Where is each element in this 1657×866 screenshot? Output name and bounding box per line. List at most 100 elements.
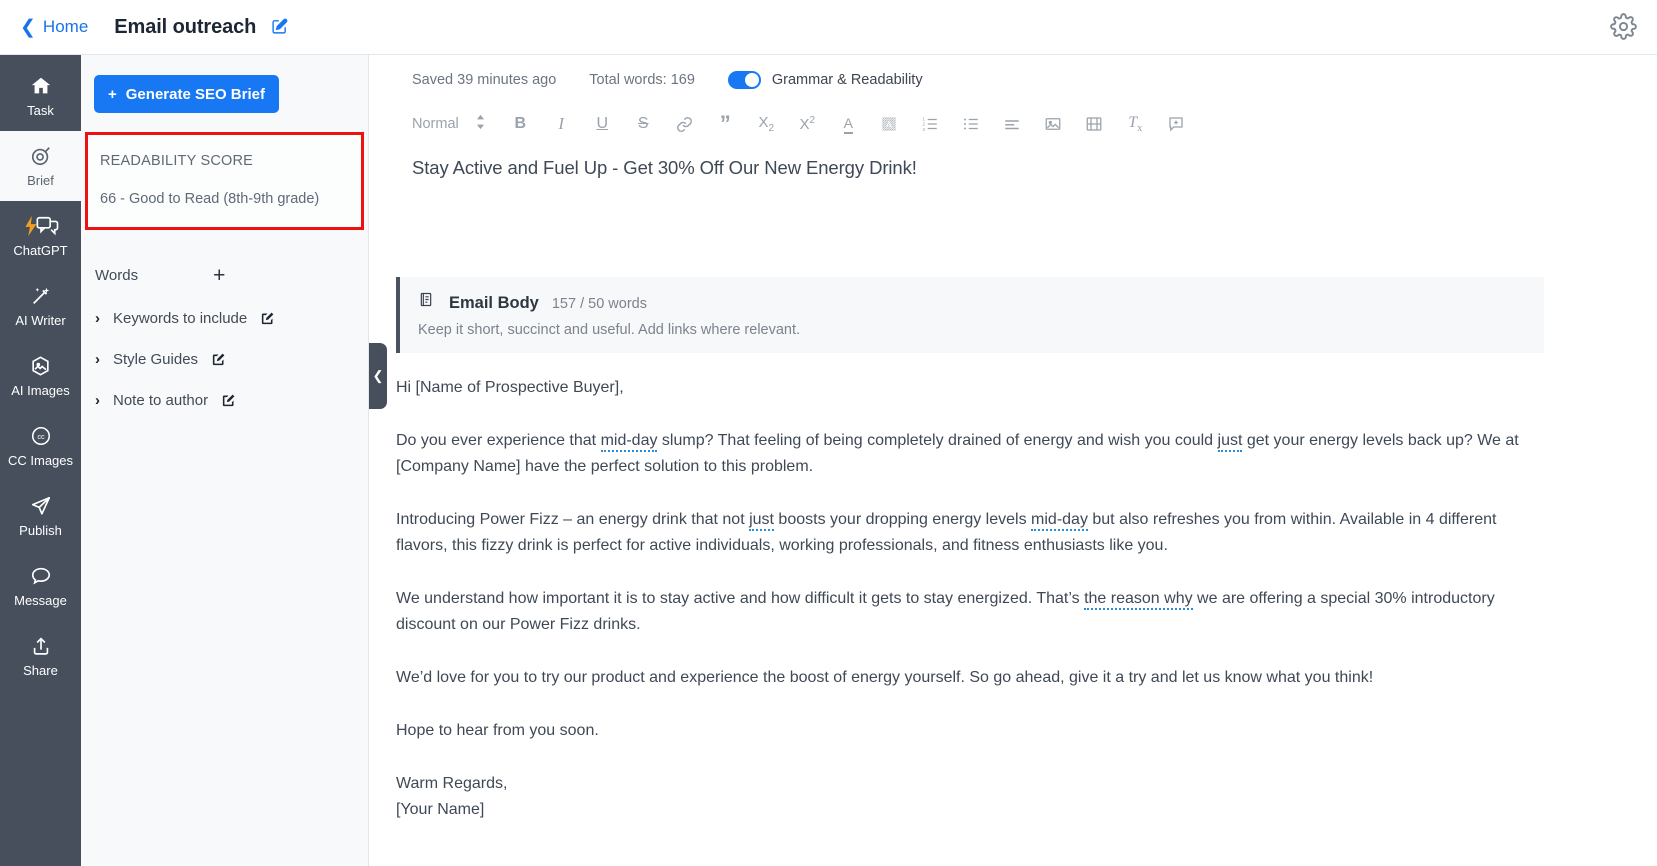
readability-score-label: READABILITY SCORE bbox=[100, 153, 254, 169]
quote-icon[interactable]: ” bbox=[705, 108, 746, 140]
creative-commons-icon: cc bbox=[30, 425, 52, 450]
film-icon[interactable] bbox=[1074, 108, 1115, 140]
comment-plus-icon[interactable] bbox=[1156, 108, 1197, 140]
style-select[interactable]: Normal bbox=[412, 114, 486, 134]
sidebar-item-label: CC Images bbox=[7, 453, 74, 468]
grammar-readability-label: Grammar & Readability bbox=[771, 72, 923, 88]
p-offer: We understand how important it is to sta… bbox=[396, 590, 1495, 633]
edit-pencil-icon[interactable] bbox=[260, 311, 275, 326]
document-heading[interactable]: Stay Active and Fuel Up - Get 30% Off Ou… bbox=[369, 143, 1657, 179]
edit-pencil-icon[interactable] bbox=[221, 393, 236, 408]
email-body-section-card: Email Body 157 / 50 words Keep it short,… bbox=[396, 277, 1544, 353]
section-title: Email Body bbox=[449, 294, 539, 312]
brief-panel: + Generate SEO Brief READABILITY SCORE 6… bbox=[81, 55, 387, 866]
accordion-label: Keywords to include bbox=[113, 310, 248, 327]
magic-wand-icon bbox=[29, 285, 53, 310]
accordion-note-to-author[interactable]: › Note to author bbox=[95, 392, 368, 409]
sidebar-item-ai-images[interactable]: AI Images bbox=[0, 341, 81, 411]
plus-icon: + bbox=[108, 85, 117, 103]
grammar-suggestion[interactable]: mid-day bbox=[1031, 511, 1088, 531]
saved-status: Saved 39 minutes ago bbox=[412, 72, 557, 88]
sidebar-item-message[interactable]: Message bbox=[0, 551, 81, 621]
sidebar-item-share[interactable]: Share bbox=[0, 621, 81, 691]
highlight-icon[interactable]: A bbox=[869, 108, 910, 140]
font-color-icon[interactable]: A bbox=[828, 108, 869, 140]
sidebar-item-label: AI Images bbox=[11, 383, 70, 398]
bold-button[interactable]: B bbox=[500, 108, 541, 140]
p-name: [Your Name] bbox=[396, 801, 485, 818]
svg-text:2: 2 bbox=[923, 122, 926, 127]
accordion-label: Style Guides bbox=[113, 351, 199, 368]
p-greeting: Hi [Name of Prospective Buyer], bbox=[396, 379, 624, 396]
grammar-suggestion[interactable]: mid-day bbox=[600, 432, 658, 452]
sidebar-item-chatgpt[interactable]: ChatGPT bbox=[0, 201, 81, 271]
document-editor: Saved 39 minutes ago Total words: 169 Gr… bbox=[369, 55, 1657, 866]
readability-score-value: 66 - Good to Read (8th-9th grade) bbox=[100, 191, 320, 207]
sidebar-item-label: Task bbox=[27, 103, 54, 118]
grammar-suggestion[interactable]: just bbox=[1217, 432, 1243, 452]
sidebar-item-cc-images[interactable]: cc CC Images bbox=[0, 411, 81, 481]
generate-seo-brief-button[interactable]: + Generate SEO Brief bbox=[94, 75, 279, 113]
sidebar-item-label: AI Writer bbox=[15, 313, 66, 328]
numbered-list-icon[interactable]: 123 bbox=[910, 108, 951, 140]
svg-text:A: A bbox=[886, 120, 892, 130]
chat-bolt-icon bbox=[22, 215, 60, 240]
accordion-style-guides[interactable]: › Style Guides bbox=[95, 351, 368, 368]
grammar-readability-toggle[interactable] bbox=[727, 71, 761, 89]
sidebar-item-label: Message bbox=[14, 593, 67, 608]
p-intro: Introducing Power Fizz – an energy drink… bbox=[396, 511, 1497, 554]
clear-formatting-icon[interactable]: Tx bbox=[1115, 108, 1156, 140]
chevron-left-icon: ❮ bbox=[372, 368, 384, 383]
link-icon[interactable] bbox=[664, 108, 705, 140]
top-bar: ❮ Home Email outreach bbox=[0, 0, 1657, 55]
x-sup-icon[interactable]: X2 bbox=[787, 108, 828, 140]
readability-score-card: READABILITY SCORE 66 - Good to Read (8th… bbox=[85, 132, 364, 230]
x-sub-icon[interactable]: X2 bbox=[746, 108, 787, 140]
speech-bubble-icon bbox=[30, 565, 52, 590]
page-title: Email outreach bbox=[114, 15, 288, 39]
sidebar-item-task[interactable]: Task bbox=[0, 61, 81, 131]
grammar-suggestion[interactable]: the reason why bbox=[1084, 590, 1193, 610]
words-row: Words + bbox=[95, 265, 368, 286]
bullet-list-icon[interactable] bbox=[951, 108, 992, 140]
gear-icon[interactable] bbox=[1610, 13, 1637, 45]
svg-text:3: 3 bbox=[923, 127, 926, 132]
home-icon bbox=[30, 75, 52, 100]
share-upload-icon bbox=[30, 635, 52, 660]
edit-pencil-icon[interactable] bbox=[271, 18, 288, 35]
plus-icon[interactable]: + bbox=[213, 265, 225, 286]
section-subtitle: Keep it short, succinct and useful. Add … bbox=[418, 322, 801, 338]
accordion-label: Note to author bbox=[113, 392, 209, 409]
email-body-text[interactable]: Hi [Name of Prospective Buyer], Do you ev… bbox=[369, 353, 1529, 823]
p-signoff: Warm Regards, bbox=[396, 775, 508, 792]
words-label: Words bbox=[95, 267, 139, 284]
strikethrough-button[interactable]: S bbox=[623, 108, 664, 140]
panel-collapse-handle[interactable]: ❮ bbox=[369, 343, 387, 409]
home-back-link[interactable]: ❮ Home bbox=[20, 17, 88, 37]
accordion-keywords-to-include[interactable]: › Keywords to include bbox=[95, 310, 368, 327]
section-title-row: Email Body 157 / 50 words bbox=[418, 291, 1544, 313]
p-cta: We’d love for you to try our product and… bbox=[396, 669, 1374, 686]
total-words: Total words: 169 bbox=[589, 72, 695, 88]
section-word-count: 157 / 50 words bbox=[551, 296, 647, 312]
chevron-updown-icon bbox=[475, 114, 486, 134]
document-title-text: Email outreach bbox=[114, 15, 257, 38]
svg-text:1: 1 bbox=[923, 116, 926, 121]
image-icon[interactable] bbox=[1033, 108, 1074, 140]
p-hook: Do you ever experience that mid-day slum… bbox=[396, 432, 1519, 475]
sidebar-item-publish[interactable]: Publish bbox=[0, 481, 81, 551]
grammar-readability-toggle-wrap[interactable]: Grammar & Readability bbox=[727, 71, 923, 89]
toggle-knob bbox=[744, 73, 759, 87]
document-section-icon bbox=[418, 291, 434, 308]
sidebar-item-brief[interactable]: Brief bbox=[0, 131, 81, 201]
sidebar-item-ai-writer[interactable]: AI Writer bbox=[0, 271, 81, 341]
p-close: Hope to hear from you soon. bbox=[396, 722, 599, 739]
edit-pencil-icon[interactable] bbox=[211, 352, 226, 367]
generate-seo-brief-label: Generate SEO Brief bbox=[125, 85, 265, 103]
chevron-left-icon: ❮ bbox=[20, 16, 36, 38]
align-left-icon[interactable] bbox=[992, 108, 1033, 140]
grammar-suggestion[interactable]: just bbox=[749, 511, 774, 531]
italic-button[interactable]: I bbox=[541, 108, 582, 140]
left-icon-rail: Task Brief ChatGPT AI Writer AI Images c… bbox=[0, 55, 81, 866]
underline-button[interactable]: U bbox=[582, 108, 623, 140]
